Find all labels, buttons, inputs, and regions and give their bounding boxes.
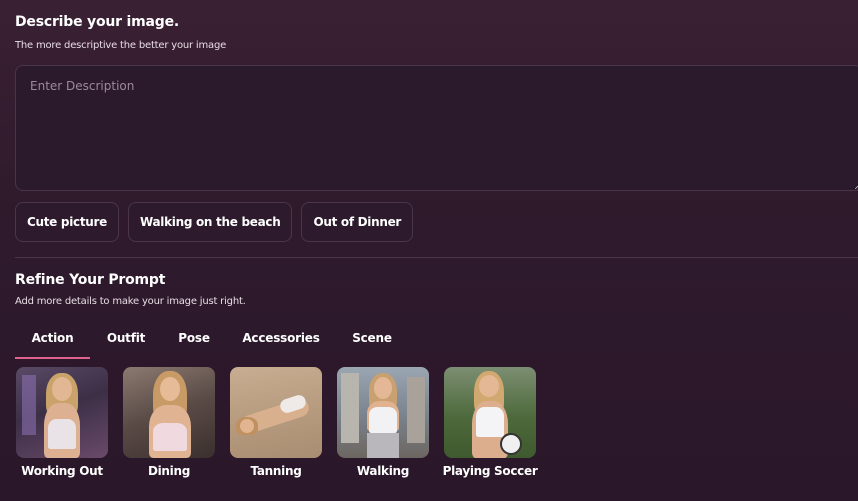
suggestion-chips: Cute picture Walking on the beach Out of… xyxy=(15,202,414,242)
action-tiles: Working Out Dining Tanning Walking Playi… xyxy=(15,367,538,478)
dining-thumbnail xyxy=(123,367,215,458)
action-tile-label: Working Out xyxy=(21,464,103,478)
tab-accessories[interactable]: Accessories xyxy=(226,329,336,359)
description-input[interactable] xyxy=(15,65,858,191)
action-tile-playing-soccer[interactable]: Playing Soccer xyxy=(442,367,538,478)
describe-title: Describe your image. xyxy=(15,14,180,30)
playing-soccer-thumbnail xyxy=(444,367,536,458)
refine-tabs: Action Outfit Pose Accessories Scene xyxy=(15,329,408,359)
suggestion-chip-out-of-dinner[interactable]: Out of Dinner xyxy=(301,202,414,242)
action-tile-label: Dining xyxy=(147,464,191,478)
action-tile-tanning[interactable]: Tanning xyxy=(230,367,322,478)
action-tile-dining[interactable]: Dining xyxy=(123,367,215,478)
action-tile-label: Walking xyxy=(356,464,410,478)
suggestion-chip-cute-picture[interactable]: Cute picture xyxy=(15,202,119,242)
suggestion-chip-walking-on-the-beach[interactable]: Walking on the beach xyxy=(127,202,293,242)
action-tile-label: Tanning xyxy=(250,464,302,478)
working-out-thumbnail xyxy=(16,367,108,458)
refine-title: Refine Your Prompt xyxy=(15,272,166,288)
action-tile-walking[interactable]: Walking xyxy=(337,367,429,478)
walking-thumbnail xyxy=(337,367,429,458)
describe-subtitle: The more descriptive the better your ima… xyxy=(15,40,227,51)
tab-outfit[interactable]: Outfit xyxy=(90,329,162,359)
action-tile-working-out[interactable]: Working Out xyxy=(16,367,108,478)
tab-action[interactable]: Action xyxy=(15,329,90,359)
action-tile-label: Playing Soccer xyxy=(442,464,538,478)
section-divider xyxy=(15,257,858,258)
tanning-thumbnail xyxy=(230,367,322,458)
tab-pose[interactable]: Pose xyxy=(162,329,226,359)
tab-scene[interactable]: Scene xyxy=(336,329,408,359)
refine-subtitle: Add more details to make your image just… xyxy=(15,296,246,307)
